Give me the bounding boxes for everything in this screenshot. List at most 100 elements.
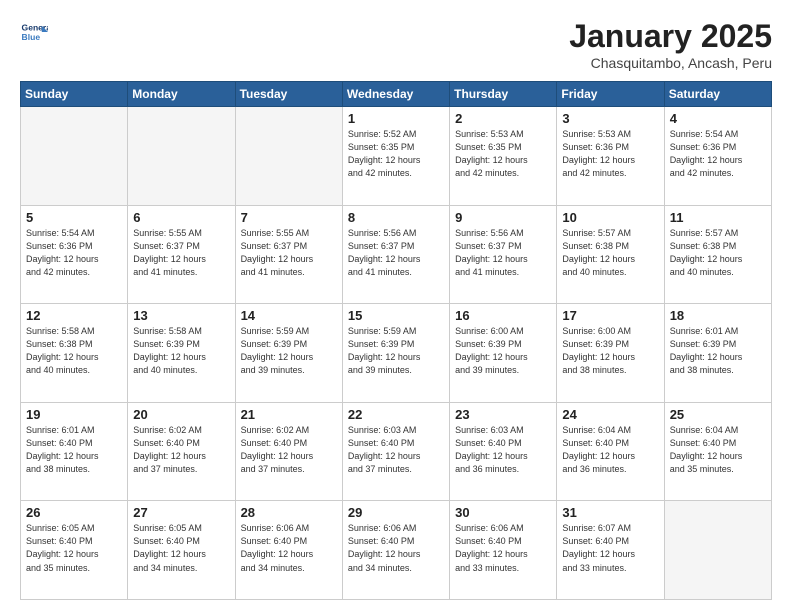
day-number: 26 xyxy=(26,505,122,520)
day-info: Sunrise: 5:55 AM Sunset: 6:37 PM Dayligh… xyxy=(133,227,229,279)
calendar-cell: 18 Sunrise: 6:01 AM Sunset: 6:39 PM Dayli… xyxy=(664,304,771,403)
calendar-cell: 27Sunrise: 6:05 AM Sunset: 6:40 PM Dayli… xyxy=(128,501,235,600)
page: General Blue January 2025 Chasquitambo, … xyxy=(0,0,792,612)
day-number: 10 xyxy=(562,210,658,225)
svg-text:Blue: Blue xyxy=(22,32,41,42)
calendar-cell: 21Sunrise: 6:02 AM Sunset: 6:40 PM Dayli… xyxy=(235,402,342,501)
day-number: 17 xyxy=(562,308,658,323)
day-info: Sunrise: 6:04 AM Sunset: 6:40 PM Dayligh… xyxy=(670,424,766,476)
calendar-cell: 28 Sunrise: 6:06 AM Sunset: 6:40 PM Dayli… xyxy=(235,501,342,600)
calendar-cell: 1Sunrise: 5:52 AM Sunset: 6:35 PM Daylig… xyxy=(342,107,449,206)
weekday-header-saturday: Saturday xyxy=(664,82,771,107)
calendar-cell xyxy=(128,107,235,206)
day-number: 9 xyxy=(455,210,551,225)
week-row-5: 26 Sunrise: 6:05 AM Sunset: 6:40 PM Dayli… xyxy=(21,501,772,600)
calendar-cell: 2Sunrise: 5:53 AM Sunset: 6:35 PM Daylig… xyxy=(450,107,557,206)
calendar-cell xyxy=(664,501,771,600)
day-info: Sunrise: 6:01 AM Sunset: 6:40 PM Dayligh… xyxy=(26,424,122,476)
day-number: 31 xyxy=(562,505,658,520)
week-row-3: 12Sunrise: 5:58 AM Sunset: 6:38 PM Dayli… xyxy=(21,304,772,403)
day-info: Sunrise: 6:00 AM Sunset: 6:39 PM Dayligh… xyxy=(562,325,658,377)
day-number: 25 xyxy=(670,407,766,422)
day-number: 1 xyxy=(348,111,444,126)
day-number: 11 xyxy=(670,210,766,225)
day-number: 12 xyxy=(26,308,122,323)
day-number: 5 xyxy=(26,210,122,225)
calendar-cell: 13 Sunrise: 5:58 AM Sunset: 6:39 PM Dayli… xyxy=(128,304,235,403)
calendar-cell: 5Sunrise: 5:54 AM Sunset: 6:36 PM Daylig… xyxy=(21,205,128,304)
week-row-4: 19Sunrise: 6:01 AM Sunset: 6:40 PM Dayli… xyxy=(21,402,772,501)
day-number: 20 xyxy=(133,407,229,422)
day-info: Sunrise: 5:53 AM Sunset: 6:36 PM Dayligh… xyxy=(562,128,658,180)
day-info: Sunrise: 5:59 AM Sunset: 6:39 PM Dayligh… xyxy=(241,325,337,377)
day-number: 30 xyxy=(455,505,551,520)
calendar-cell: 25 Sunrise: 6:04 AM Sunset: 6:40 PM Dayli… xyxy=(664,402,771,501)
weekday-header-thursday: Thursday xyxy=(450,82,557,107)
weekday-header-sunday: Sunday xyxy=(21,82,128,107)
day-info: Sunrise: 6:05 AM Sunset: 6:40 PM Dayligh… xyxy=(26,522,122,574)
title-block: January 2025 Chasquitambo, Ancash, Peru xyxy=(569,18,772,71)
calendar-cell: 20 Sunrise: 6:02 AM Sunset: 6:40 PM Dayli… xyxy=(128,402,235,501)
calendar-cell: 26 Sunrise: 6:05 AM Sunset: 6:40 PM Dayli… xyxy=(21,501,128,600)
weekday-header-row: SundayMondayTuesdayWednesdayThursdayFrid… xyxy=(21,82,772,107)
day-info: Sunrise: 5:56 AM Sunset: 6:37 PM Dayligh… xyxy=(455,227,551,279)
calendar-cell xyxy=(235,107,342,206)
day-number: 3 xyxy=(562,111,658,126)
day-info: Sunrise: 6:02 AM Sunset: 6:40 PM Dayligh… xyxy=(133,424,229,476)
day-number: 16 xyxy=(455,308,551,323)
calendar-cell: 17 Sunrise: 6:00 AM Sunset: 6:39 PM Dayli… xyxy=(557,304,664,403)
week-row-2: 5Sunrise: 5:54 AM Sunset: 6:36 PM Daylig… xyxy=(21,205,772,304)
calendar-subtitle: Chasquitambo, Ancash, Peru xyxy=(569,55,772,71)
logo: General Blue xyxy=(20,18,48,46)
weekday-header-monday: Monday xyxy=(128,82,235,107)
header: General Blue January 2025 Chasquitambo, … xyxy=(20,18,772,71)
day-info: Sunrise: 6:07 AM Sunset: 6:40 PM Dayligh… xyxy=(562,522,658,574)
calendar-cell: 23 Sunrise: 6:03 AM Sunset: 6:40 PM Dayli… xyxy=(450,402,557,501)
calendar-cell: 15Sunrise: 5:59 AM Sunset: 6:39 PM Dayli… xyxy=(342,304,449,403)
day-number: 23 xyxy=(455,407,551,422)
day-info: Sunrise: 5:56 AM Sunset: 6:37 PM Dayligh… xyxy=(348,227,444,279)
logo-icon: General Blue xyxy=(20,18,48,46)
calendar-cell: 29 Sunrise: 6:06 AM Sunset: 6:40 PM Dayli… xyxy=(342,501,449,600)
calendar-cell: 24Sunrise: 6:04 AM Sunset: 6:40 PM Dayli… xyxy=(557,402,664,501)
day-info: Sunrise: 5:55 AM Sunset: 6:37 PM Dayligh… xyxy=(241,227,337,279)
calendar-cell: 11 Sunrise: 5:57 AM Sunset: 6:38 PM Dayli… xyxy=(664,205,771,304)
day-info: Sunrise: 5:57 AM Sunset: 6:38 PM Dayligh… xyxy=(562,227,658,279)
day-info: Sunrise: 6:03 AM Sunset: 6:40 PM Dayligh… xyxy=(455,424,551,476)
calendar-title: January 2025 xyxy=(569,18,772,55)
calendar-cell: 8 Sunrise: 5:56 AM Sunset: 6:37 PM Daylig… xyxy=(342,205,449,304)
day-info: Sunrise: 5:53 AM Sunset: 6:35 PM Dayligh… xyxy=(455,128,551,180)
day-number: 4 xyxy=(670,111,766,126)
day-number: 28 xyxy=(241,505,337,520)
calendar-cell: 6 Sunrise: 5:55 AM Sunset: 6:37 PM Daylig… xyxy=(128,205,235,304)
day-number: 21 xyxy=(241,407,337,422)
day-number: 29 xyxy=(348,505,444,520)
day-info: Sunrise: 5:54 AM Sunset: 6:36 PM Dayligh… xyxy=(670,128,766,180)
calendar-cell: 14 Sunrise: 5:59 AM Sunset: 6:39 PM Dayli… xyxy=(235,304,342,403)
day-info: Sunrise: 6:00 AM Sunset: 6:39 PM Dayligh… xyxy=(455,325,551,377)
weekday-header-tuesday: Tuesday xyxy=(235,82,342,107)
calendar-cell: 10 Sunrise: 5:57 AM Sunset: 6:38 PM Dayli… xyxy=(557,205,664,304)
day-number: 8 xyxy=(348,210,444,225)
day-info: Sunrise: 6:01 AM Sunset: 6:39 PM Dayligh… xyxy=(670,325,766,377)
day-number: 18 xyxy=(670,308,766,323)
day-number: 27 xyxy=(133,505,229,520)
day-number: 22 xyxy=(348,407,444,422)
day-number: 15 xyxy=(348,308,444,323)
day-number: 13 xyxy=(133,308,229,323)
day-info: Sunrise: 5:57 AM Sunset: 6:38 PM Dayligh… xyxy=(670,227,766,279)
day-info: Sunrise: 6:06 AM Sunset: 6:40 PM Dayligh… xyxy=(348,522,444,574)
day-number: 7 xyxy=(241,210,337,225)
day-number: 6 xyxy=(133,210,229,225)
calendar-cell: 3 Sunrise: 5:53 AM Sunset: 6:36 PM Daylig… xyxy=(557,107,664,206)
calendar-cell: 19Sunrise: 6:01 AM Sunset: 6:40 PM Dayli… xyxy=(21,402,128,501)
day-info: Sunrise: 6:04 AM Sunset: 6:40 PM Dayligh… xyxy=(562,424,658,476)
day-info: Sunrise: 6:06 AM Sunset: 6:40 PM Dayligh… xyxy=(241,522,337,574)
calendar-cell xyxy=(21,107,128,206)
day-info: Sunrise: 5:58 AM Sunset: 6:39 PM Dayligh… xyxy=(133,325,229,377)
calendar-cell: 16 Sunrise: 6:00 AM Sunset: 6:39 PM Dayli… xyxy=(450,304,557,403)
calendar-cell: 12Sunrise: 5:58 AM Sunset: 6:38 PM Dayli… xyxy=(21,304,128,403)
day-number: 14 xyxy=(241,308,337,323)
calendar-cell: 7 Sunrise: 5:55 AM Sunset: 6:37 PM Daylig… xyxy=(235,205,342,304)
calendar-cell: 31 Sunrise: 6:07 AM Sunset: 6:40 PM Dayli… xyxy=(557,501,664,600)
